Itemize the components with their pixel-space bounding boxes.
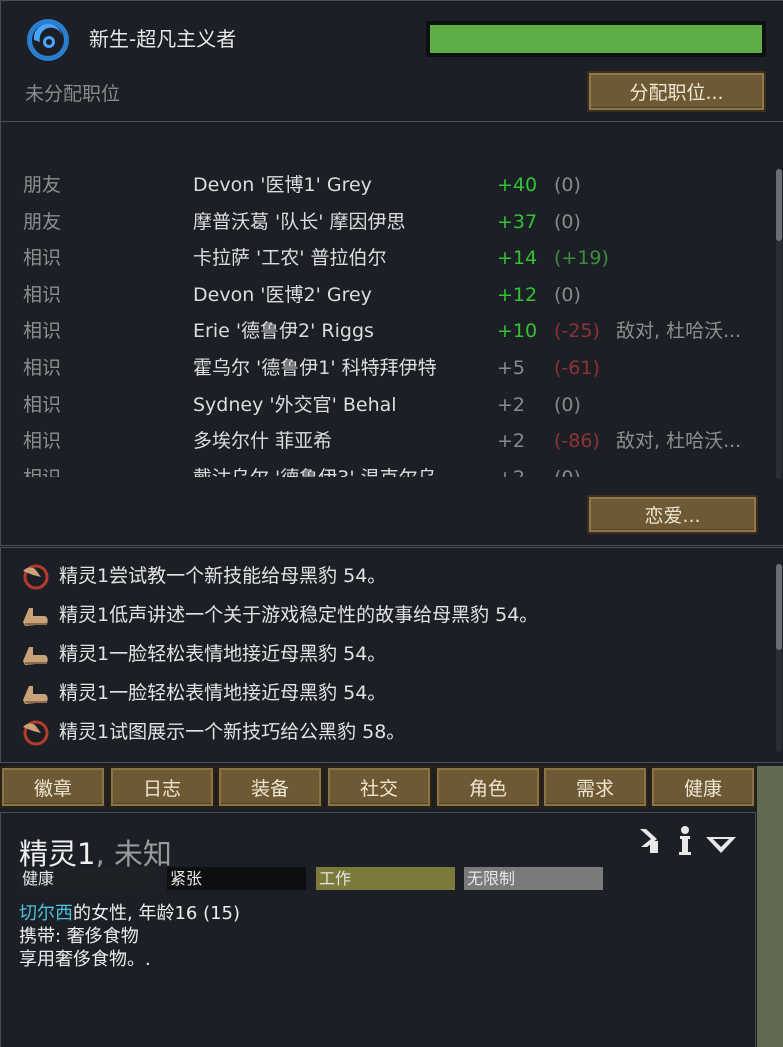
relation-row[interactable]: 相识 Devon '医博2' Grey +12 (0) (1, 277, 771, 313)
relation-row[interactable]: 相识 戴沽乌尔 '德鲁伊3' 温克尔乌 +2 (0) (1, 460, 771, 477)
relation-name: Devon '医博2' Grey (193, 283, 372, 306)
game-map-edge[interactable] (757, 766, 783, 1047)
draft-icon[interactable] (637, 825, 661, 857)
relation-note: 敌对, 杜哈沃... (616, 430, 742, 453)
log-entry[interactable]: 精灵1试图展示一个新技巧给公黑豹 58。 (19, 714, 769, 750)
pawn-inspect-panel: 精灵1, 未知 健康 紧张 工作 无限制 切尔西的女性, 年龄16 (15) 携带: … (0, 812, 756, 1047)
log-entry[interactable]: 精灵1尝试教一个新技能给母黑豹 54。 (19, 558, 769, 594)
log-text: 精灵1尝试教一个新技能给母黑豹 54。 (59, 565, 387, 587)
pawn-name-text: 精灵1 (19, 837, 96, 871)
relation-type: 相识 (23, 430, 62, 453)
log-scrollbar[interactable] (776, 564, 782, 752)
info-icon[interactable] (674, 825, 696, 857)
log-text: 精灵1一脸轻松表情地接近母黑豹 54。 (59, 643, 387, 665)
ideology-certainty-bar (426, 21, 766, 57)
schedule-cell[interactable]: 健康 (19, 867, 158, 890)
teach-icon (19, 717, 51, 747)
teach-icon (19, 561, 51, 591)
role-status: 未分配职位 (25, 83, 121, 105)
hand-icon (19, 678, 51, 708)
assign-role-button[interactable]: 分配职位... (587, 71, 766, 112)
relation-name: 卡拉萨 '工农' 普拉伯尔 (193, 247, 387, 270)
relation-my-opinion: (0) (554, 174, 581, 196)
relation-type: 相识 (23, 247, 62, 270)
relation-name: 霍乌尔 '德鲁伊1' 科特拜伊特 (193, 357, 437, 379)
log-entry[interactable]: 精灵1一脸轻松表情地接近母黑豹 54。 (19, 636, 769, 672)
relation-opinion: +14 (497, 247, 538, 270)
relation-type: 相识 (23, 283, 62, 306)
divider (1, 121, 783, 122)
ideology-swirl-icon[interactable] (26, 18, 70, 62)
relation-opinion: +2 (497, 460, 525, 477)
relation-type: 相识 (23, 460, 61, 477)
relation-opinion: +37 (497, 210, 538, 233)
hand-icon (19, 639, 51, 669)
relation-note: 敌对, 杜哈沃... (616, 320, 742, 343)
pawn-name-suffix: , 未知 (95, 837, 172, 871)
ideology-certainty-fill (430, 25, 762, 53)
relation-name: Sydney '外交官' Behal (193, 393, 397, 416)
pawn-gender-age: 的女性, 年龄16 (15) (73, 903, 241, 924)
relation-opinion: +10 (497, 320, 538, 343)
relations-scroll-thumb[interactable] (776, 169, 782, 241)
relation-row[interactable]: 相识 多埃尔什 菲亚希 +2 (-86) 敌对, 杜哈沃... (1, 423, 771, 459)
log-text: 精灵1一脸轻松表情地接近母黑豹 54。 (59, 682, 387, 704)
relation-name: Erie '德鲁伊2' Riggs (193, 320, 374, 343)
tab-5[interactable]: 需求 (542, 766, 648, 808)
relation-type: 朋友 (23, 174, 62, 196)
pawn-activity: 享用奢侈食物。. (19, 949, 151, 970)
relation-opinion: +5 (497, 357, 526, 379)
faction-link[interactable]: 切尔西 (19, 903, 73, 924)
schedule-cell[interactable]: 无限制 (464, 867, 603, 890)
log-text: 精灵1低声讲述一个关于游戏稳定性的故事给母黑豹 54。 (59, 604, 539, 626)
relation-type: 朋友 (23, 210, 62, 233)
relation-row[interactable]: 相识 霍乌尔 '德鲁伊1' 科特拜伊特 +5 (-61) (1, 350, 771, 386)
relation-name: 摩普沃葛 '队长' 摩因伊思 (193, 210, 406, 233)
relation-row[interactable]: 相识 Erie '德鲁伊2' Riggs +10 (-25) 敌对, 杜哈沃... (1, 313, 771, 349)
schedule-cell[interactable]: 工作 (316, 867, 455, 890)
relation-opinion: +2 (497, 430, 526, 453)
tab-1[interactable]: 日志 (109, 766, 215, 808)
relations-list[interactable]: 朋友 Devon '医博1' Grey +40 (0) 朋友 摩普沃葛 '队长' 摩因伊思… (1, 167, 771, 477)
tab-6[interactable]: 健康 (650, 766, 756, 808)
relation-type: 相识 (23, 320, 62, 343)
relation-my-opinion: (0) (554, 283, 581, 306)
relation-my-opinion: (-25) (554, 320, 600, 343)
relation-my-opinion: (0) (554, 210, 581, 233)
interaction-log-panel: 精灵1尝试教一个新技能给母黑豹 54。精灵1低声讲述一个关于游戏稳定性的故事给母… (0, 547, 783, 763)
relation-my-opinion: (0) (554, 460, 581, 477)
relation-type: 相识 (23, 393, 62, 416)
relation-opinion: +2 (497, 393, 526, 416)
relation-my-opinion: (+19) (554, 247, 609, 270)
relation-my-opinion: (-86) (554, 430, 600, 453)
hand-icon (19, 600, 51, 630)
relations-scrollbar[interactable] (776, 169, 782, 479)
tab-3[interactable]: 社交 (326, 766, 432, 808)
log-scroll-thumb[interactable] (776, 564, 782, 650)
relation-row[interactable]: 相识 卡拉萨 '工农' 普拉伯尔 +14 (+19) (1, 240, 771, 276)
tab-0[interactable]: 徽章 (0, 766, 106, 808)
ideology-relations-panel: 新生-超凡主义者 未分配职位 分配职位... 朋友 Devon '医博1' Gre… (0, 0, 783, 546)
relation-my-opinion: (0) (554, 393, 581, 416)
log-entry[interactable]: 精灵1低声讲述一个关于游戏稳定性的故事给母黑豹 54。 (19, 597, 769, 633)
ideology-name[interactable]: 新生-超凡主义者 (89, 23, 236, 52)
relation-my-opinion: (-61) (554, 357, 600, 379)
tab-2[interactable]: 装备 (217, 766, 323, 808)
relation-opinion: +40 (497, 174, 538, 196)
relation-type: 相识 (23, 357, 62, 379)
relation-opinion: +12 (497, 283, 538, 306)
romance-button[interactable]: 恋爱... (587, 495, 758, 534)
schedule-cell[interactable]: 紧张 (167, 867, 306, 890)
relation-name: 戴沽乌尔 '德鲁伊3' 温克尔乌 (193, 460, 437, 477)
relation-row[interactable]: 相识 Sydney '外交官' Behal +2 (0) (1, 387, 771, 423)
relation-row[interactable]: 朋友 Devon '医博1' Grey +40 (0) (1, 167, 771, 203)
log-text: 精灵1试图展示一个新技巧给公黑豹 58。 (59, 721, 406, 743)
relation-row[interactable]: 朋友 摩普沃葛 '队长' 摩因伊思 +37 (0) (1, 204, 771, 240)
relation-name: 多埃尔什 菲亚希 (193, 430, 333, 453)
tab-4[interactable]: 角色 (435, 766, 541, 808)
log-entry[interactable]: 精灵1一脸轻松表情地接近母黑豹 54。 (19, 675, 769, 711)
menu-dropdown-icon[interactable] (704, 825, 738, 857)
relation-name: Devon '医博1' Grey (193, 174, 372, 196)
